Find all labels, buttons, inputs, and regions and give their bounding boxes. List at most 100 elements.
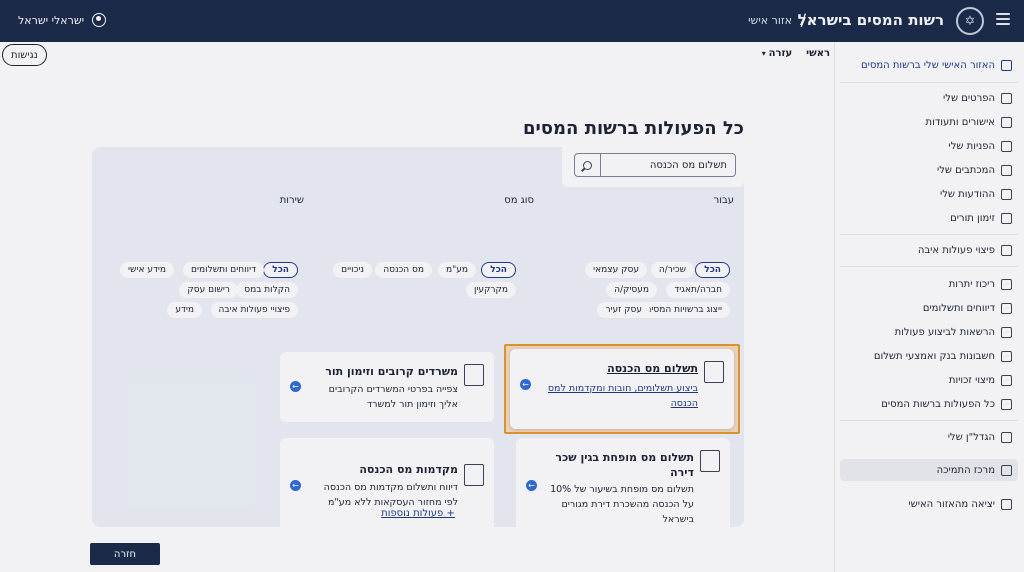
card-description: אליך וזימון תור למשרד [367, 399, 458, 410]
user-icon [92, 13, 107, 27]
card-description: צפייה בפרטי המשרדים הקרובים [328, 384, 458, 395]
brand-subtitle: אזור אישי [748, 14, 792, 27]
filter-service-title: שירות [279, 195, 304, 206]
card-title[interactable]: תשלום מס הכנסה [607, 361, 698, 376]
sidebar-item-logout[interactable]: יציאה מהאזור האישי [840, 493, 1018, 515]
chip-tax-income[interactable]: מס הכנסה [375, 262, 432, 278]
sidebar-item-hostile-compensation[interactable]: פיצוי פעולות איבה [840, 239, 1018, 261]
message-icon [1001, 188, 1012, 200]
sidebar-item-rights[interactable]: מיצוי זכויות [840, 369, 1018, 391]
brand-title[interactable]: רשות המסים בישראל [798, 11, 944, 29]
sidebar-item-certificates[interactable]: אישורים ותעודות [840, 111, 1018, 133]
more-actions-link[interactable]: + פעולות נוספות [92, 508, 744, 519]
sidebar-item-balances[interactable]: ריכוז יתרות [840, 273, 1018, 295]
chip-service-personal-info[interactable]: מידע אישי [120, 262, 174, 278]
chip-service-hostile-compensation[interactable]: פיצויי פעולות איבה [210, 302, 298, 318]
database-icon [1001, 278, 1012, 290]
search-input[interactable] [601, 154, 735, 176]
search-icon [583, 160, 592, 170]
user-menu[interactable]: ישראלי ישראל [18, 13, 107, 27]
sidebar-item-bank-accounts[interactable]: חשבונות בנק ואמצעי תשלום [840, 345, 1018, 367]
help-dropdown[interactable]: עזרה [762, 48, 793, 59]
card-description[interactable]: הכנסה [671, 396, 698, 411]
card-description: תשלום מס מופחת בשיעור של 10% [550, 484, 694, 495]
sidebar-divider [840, 420, 1018, 421]
card-description: דיווח ותשלום מקדמות מס הכנסה [323, 482, 458, 493]
chip-for-employer[interactable]: מעסיק/ה [606, 282, 657, 298]
document-icon [1001, 116, 1012, 128]
chip-tax-all[interactable]: הכל [481, 262, 516, 278]
sidebar-item-home[interactable]: האזור האישי שלי ברשות המסים [840, 54, 1018, 76]
building-icon [464, 364, 484, 386]
logo-icon[interactable]: ✡ [956, 7, 984, 35]
filter-tax-title: סוג מס [504, 195, 534, 206]
sidebar: האזור האישי שלי ברשות המסים הפרטים שלי א… [834, 42, 1024, 572]
heart-icon [1001, 374, 1012, 386]
folder-icon [1001, 302, 1012, 314]
chip-tax-vat[interactable]: מע"מ [438, 262, 476, 278]
card-income-tax-advances[interactable]: מקדמות מס הכנסה דיווח ותשלום מקדמות מס ה… [280, 438, 494, 534]
chip-for-all[interactable]: הכל [695, 262, 730, 278]
chip-service-reports[interactable]: דיווחים ותשלומים [183, 262, 264, 278]
card-description[interactable]: ביצוע תשלומים, חובות ומקדמות למס [548, 381, 698, 396]
accessibility-button[interactable]: נגישות [2, 44, 47, 66]
chip-for-representation[interactable]: ייצוג ברשויות המסים [637, 302, 730, 318]
chip-service-business-registration[interactable]: רישום עסק [179, 282, 238, 298]
sidebar-item-growth[interactable]: הגדל"ן שלי [840, 426, 1018, 448]
card-title[interactable]: משרדים קרובים וזימון תור [325, 364, 458, 379]
calculator-icon [704, 361, 724, 383]
main-content: ראשי עזרה נגישות כל הפעולות ברשות המסים … [0, 42, 834, 572]
chip-service-tax-relief[interactable]: הקלות במס [236, 282, 298, 298]
sidebar-item-letters[interactable]: המכתבים שלי [840, 159, 1018, 181]
arrow-left-icon[interactable]: ← [290, 381, 301, 392]
person-icon [1001, 92, 1012, 104]
sidebar-item-support[interactable]: מרכז התמיכה [840, 459, 1018, 481]
card-title[interactable]: תשלום מס מופחת בגין שכר דירה [555, 450, 694, 480]
sidebar-divider [840, 234, 1018, 235]
search-button[interactable] [575, 154, 601, 176]
sidebar-item-details[interactable]: הפרטים שלי [840, 87, 1018, 109]
grid-icon [1001, 398, 1012, 410]
back-button[interactable]: חזרה [90, 543, 160, 565]
chart-icon [1001, 431, 1012, 443]
breadcrumb: ראשי עזרה [762, 48, 830, 59]
chip-tax-real-estate[interactable]: מקרקעין [465, 282, 516, 298]
menu-icon[interactable] [996, 13, 1010, 25]
top-bar: ✡ רשות המסים בישראל / אזור אישי ישראלי י… [0, 0, 1024, 42]
breadcrumb-home[interactable]: ראשי [806, 48, 830, 59]
form-icon [464, 464, 484, 486]
users-icon [1001, 326, 1012, 338]
sidebar-divider [840, 82, 1018, 83]
app-frame: ✡ רשות המסים בישראל / אזור אישי ישראלי י… [0, 0, 1024, 572]
help-icon [1001, 464, 1012, 476]
chip-for-self-employed[interactable]: עסק עצמאי [585, 262, 647, 278]
arrow-left-icon[interactable]: ← [520, 379, 531, 390]
card-title[interactable]: מקדמות מס הכנסה [359, 462, 458, 477]
chip-service-all[interactable]: הכל [263, 262, 298, 278]
card-nearby-offices[interactable]: משרדים קרובים וזימון תור צפייה בפרטי המש… [280, 352, 494, 422]
sidebar-item-reports-payments[interactable]: דיווחים ותשלומים [840, 297, 1018, 319]
sidebar-divider [840, 266, 1018, 267]
page-title: כל הפעולות ברשות המסים [522, 118, 744, 139]
card-reduced-rent-tax[interactable]: תשלום מס מופחת בגין שכר דירה תשלום מס מופ… [516, 438, 730, 534]
card-icon [1001, 350, 1012, 362]
search-container [562, 143, 744, 187]
chat-icon [1001, 140, 1012, 152]
sidebar-item-appointments[interactable]: זימון תורים [840, 207, 1018, 229]
sidebar-item-permissions[interactable]: הרשאות לביצוע פעולות [840, 321, 1018, 343]
card-income-tax-payment[interactable]: תשלום מס הכנסה ביצוע תשלומים, חובות ומקד… [510, 349, 734, 429]
calendar-icon [1001, 212, 1012, 224]
arrow-left-icon[interactable]: ← [290, 480, 301, 491]
sidebar-item-messages[interactable]: ההודעות שלי [840, 183, 1018, 205]
user-name: ישראלי ישראל [18, 13, 85, 27]
sidebar-item-inquiries[interactable]: הפניות שלי [840, 135, 1018, 157]
chip-service-info[interactable]: מידע [167, 302, 202, 318]
arrow-left-icon[interactable]: ← [526, 480, 537, 491]
chip-for-small-business[interactable]: עסק זעיר [597, 302, 650, 318]
actions-panel: עבור הכל שכיר/ה עסק עצמאי חברה/תאגיד מעס… [92, 143, 744, 534]
logout-icon [1001, 498, 1012, 510]
sidebar-item-all-actions[interactable]: כל הפעולות ברשות המסים [840, 393, 1018, 415]
chip-for-employee[interactable]: שכיר/ה [650, 262, 694, 278]
chip-tax-deductions[interactable]: ניכויים [333, 262, 372, 278]
chip-for-company[interactable]: חברה/תאגיד [666, 282, 730, 298]
